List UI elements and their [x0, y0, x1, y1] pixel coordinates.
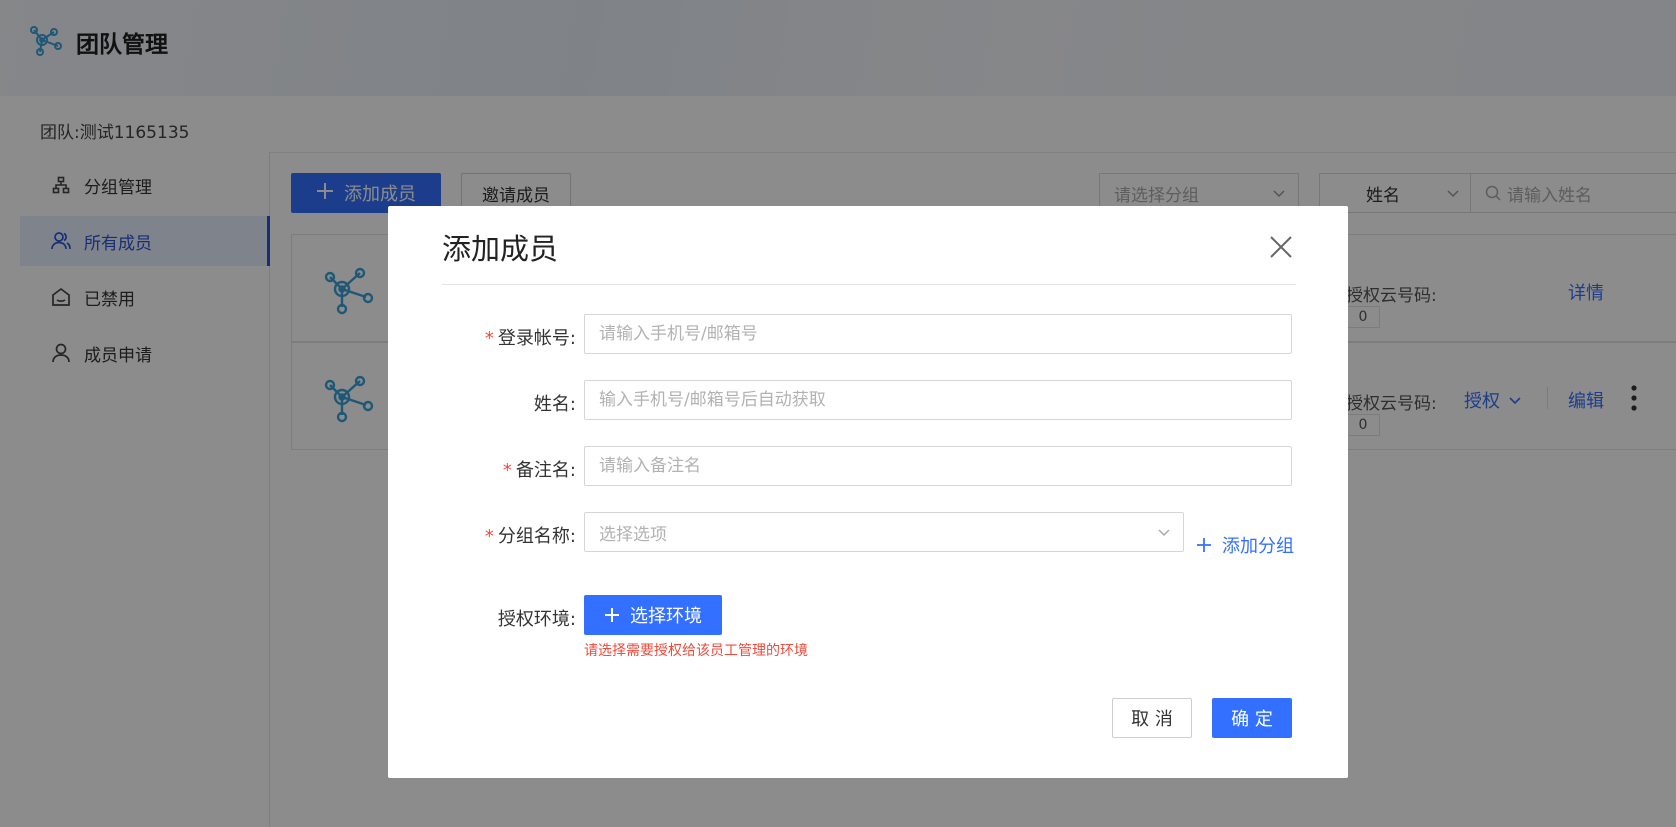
account-input[interactable] — [584, 314, 1292, 354]
remark-label-text: 备注名: — [515, 460, 576, 481]
cancel-button[interactable]: 取 消 — [1112, 698, 1192, 738]
env-label-text: 授权环境: — [497, 609, 576, 630]
env-label: 授权环境: — [498, 605, 576, 631]
remark-label: * 备注名: — [503, 456, 576, 482]
group-select-placeholder: 选择选项 — [599, 524, 667, 545]
add-member-dialog: 添加成员 *登录帐号: 姓名: *备注名: *分组名称: 选择选项 添加分组 授… — [388, 206, 1348, 778]
env-hint: 请选择需要授权给该员工管理的环境 — [584, 643, 808, 659]
choose-env-button[interactable]: 选择环境 — [584, 595, 722, 635]
group-label: * 分组名称: — [485, 522, 576, 548]
close-icon — [1270, 236, 1292, 258]
account-label: * 登录帐号: — [485, 324, 576, 350]
confirm-button[interactable]: 确 定 — [1212, 698, 1292, 738]
account-label-text: 登录帐号: — [497, 328, 576, 349]
required-mark: * — [502, 460, 512, 481]
close-button[interactable] — [1266, 232, 1296, 262]
required-mark: * — [484, 526, 494, 547]
dialog-divider — [442, 284, 1296, 285]
remark-input[interactable] — [584, 446, 1292, 486]
dialog-title: 添加成员 — [442, 232, 559, 266]
name-input[interactable] — [584, 380, 1292, 420]
chevron-down-icon — [1158, 529, 1170, 537]
plus-icon — [605, 608, 619, 622]
plus-icon — [1197, 538, 1211, 552]
choose-env-label: 选择环境 — [630, 606, 702, 627]
group-select[interactable]: 选择选项 — [584, 512, 1184, 552]
add-group-label: 添加分组 — [1222, 536, 1294, 557]
name-label-text: 姓名: — [533, 394, 576, 415]
required-mark: * — [484, 328, 494, 349]
add-group-button[interactable]: 添加分组 — [1196, 532, 1294, 558]
group-label-text: 分组名称: — [497, 526, 576, 547]
name-label: 姓名: — [534, 390, 576, 416]
